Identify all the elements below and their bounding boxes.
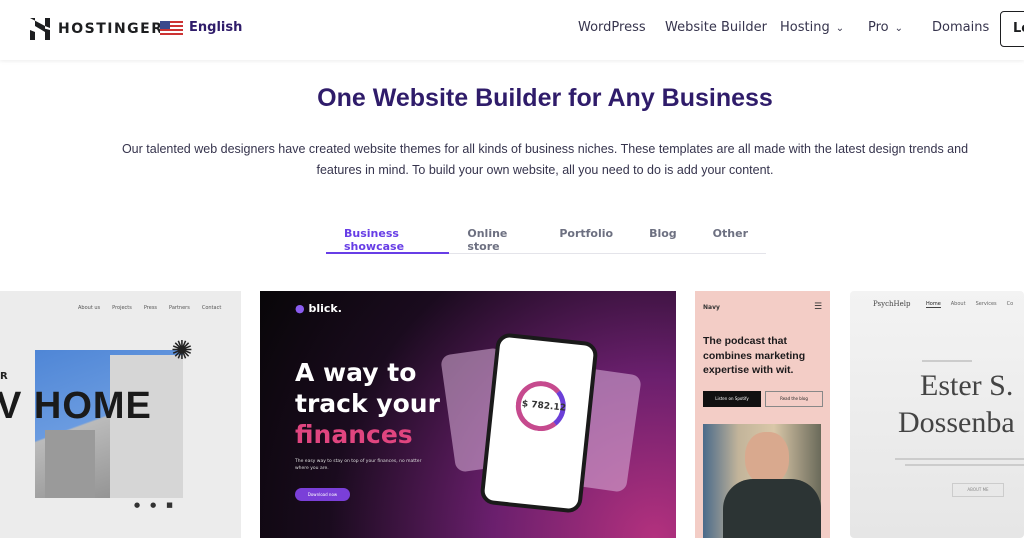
- template-card-blick[interactable]: ● blick. A way to track your finances Th…: [260, 291, 676, 538]
- blick-headline: A way to track your finances: [295, 357, 440, 450]
- social-icons: ●●■: [134, 501, 183, 509]
- nav-item: About us: [78, 305, 101, 311]
- headline-line: track your: [295, 389, 440, 418]
- psych-name-line2: Dossenba: [898, 406, 1015, 439]
- spotify-button: Listen on Spotify: [703, 391, 761, 407]
- nav-item: Home: [926, 301, 941, 308]
- nav-wordpress[interactable]: WordPress: [578, 20, 646, 35]
- blick-cta-button: Download now: [295, 488, 350, 501]
- navy-headline: The podcast that combines marketing expe…: [703, 335, 806, 376]
- phone-mockup: $ 782.12: [479, 332, 599, 514]
- hostinger-logo[interactable]: HOSTINGER: [30, 18, 164, 40]
- tab-other[interactable]: Other: [695, 222, 766, 254]
- blick-logo-icon: ●: [295, 302, 305, 315]
- template-card-psychhelp[interactable]: PsychHelp Home About Services Co Ester S. D…: [850, 291, 1024, 538]
- nav-pro[interactable]: Pro ⌄: [868, 20, 903, 35]
- language-label: English: [189, 20, 243, 35]
- chevron-down-icon: ⌄: [894, 23, 904, 34]
- blick-subtitle: The easy way to stay on top of your fina…: [295, 459, 422, 471]
- page-title: One Website Builder for Any Business: [317, 84, 773, 112]
- blick-brand: blick.: [308, 302, 342, 315]
- template-card-home[interactable]: About us Projects Press Partners Contact ✺ R…: [0, 291, 241, 538]
- eyebrow-text: [922, 360, 972, 362]
- navy-brand: Navy: [703, 304, 720, 311]
- nav-item: Partners: [169, 305, 190, 311]
- language-selector[interactable]: English: [160, 20, 242, 35]
- psych-description: [905, 464, 1024, 466]
- podcaster-photo: [703, 424, 821, 538]
- tab-business-showcase[interactable]: Business showcase: [326, 222, 450, 254]
- headline-line: finances: [295, 420, 413, 449]
- nav-item: Services: [975, 301, 997, 307]
- headline-small: R: [0, 371, 8, 382]
- chevron-down-icon: ⌄: [835, 23, 845, 34]
- sunburst-icon: ✺: [171, 336, 193, 366]
- headline-line: A way to: [295, 358, 417, 387]
- tab-online-store[interactable]: Online store: [449, 222, 541, 254]
- about-me-button: ABOUT ME: [952, 483, 1004, 497]
- nav-item: Co: [1006, 301, 1014, 307]
- nav-item: Press: [143, 305, 158, 311]
- nav-label: Pro: [868, 20, 889, 35]
- nav-label: Hosting: [780, 20, 830, 35]
- nav-item: Contact: [201, 305, 222, 311]
- template-tabs: Business showcase Online store Portfolio…: [326, 222, 766, 254]
- login-button[interactable]: Lo: [1000, 11, 1024, 47]
- psych-name-line1: Ester S.: [920, 369, 1014, 402]
- tab-portfolio[interactable]: Portfolio: [541, 222, 631, 254]
- template-nav: About us Projects Press Partners Contact: [78, 305, 221, 311]
- brand-name: HOSTINGER: [58, 21, 164, 37]
- nav-item: About: [950, 301, 966, 307]
- read-blog-button: Read the blog: [765, 391, 823, 407]
- headline: V HOME: [0, 385, 152, 427]
- nav-domains[interactable]: Domains: [932, 20, 989, 35]
- tab-blog[interactable]: Blog: [631, 222, 695, 254]
- intro-text: Our talented web designers have created …: [121, 142, 969, 177]
- hostinger-logo-icon: [30, 18, 50, 40]
- psych-description: [895, 458, 1024, 460]
- psych-brand: PsychHelp: [873, 300, 911, 308]
- template-card-navy[interactable]: Navy ☰ The podcast that combines marketi…: [695, 291, 830, 538]
- nav-website-builder[interactable]: Website Builder: [665, 20, 767, 35]
- hamburger-menu-icon: ☰: [814, 302, 823, 312]
- nav-hosting[interactable]: Hosting ⌄: [780, 20, 844, 35]
- blick-logo: ● blick.: [295, 302, 342, 315]
- us-flag-icon: [160, 20, 183, 35]
- site-header: HOSTINGER English WordPress Website Buil…: [0, 0, 1024, 60]
- nav-item: Projects: [112, 305, 132, 311]
- psych-nav: Home About Services Co: [926, 301, 1013, 308]
